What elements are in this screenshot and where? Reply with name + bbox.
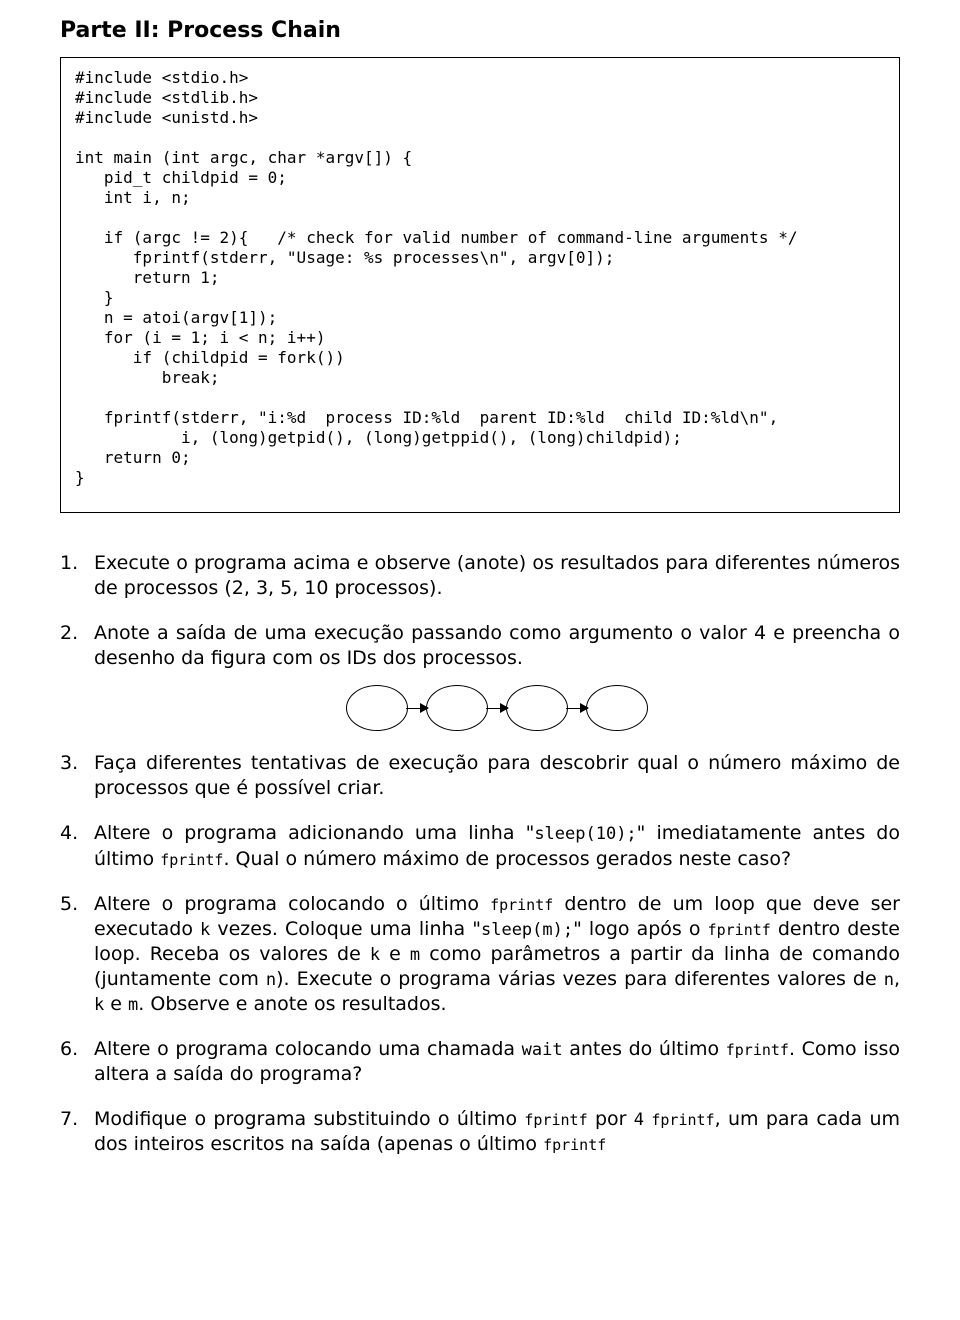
inline-code: m (128, 995, 138, 1015)
inline-code: wait (522, 1040, 563, 1060)
question-list: Execute o programa acima e observe (anot… (60, 551, 900, 1157)
code-listing: #include <stdio.h> #include <stdlib.h> #… (60, 57, 900, 513)
inline-code: fprintf (524, 1111, 587, 1129)
process-node (506, 685, 568, 731)
question-7: Modifique o programa substituindo o últi… (60, 1107, 900, 1157)
text: antes do último (563, 1038, 726, 1060)
inline-code: n (884, 970, 894, 990)
text: Altere o programa colocando o último (94, 893, 490, 915)
inline-code: fprintf (651, 1111, 714, 1129)
text: , (894, 968, 900, 990)
arrow-icon (406, 708, 428, 710)
inline-code: k (370, 945, 380, 965)
inline-code: k (200, 920, 210, 940)
text: e (104, 993, 128, 1015)
question-text: Anote a saída de uma execução passando c… (94, 622, 900, 669)
inline-code: fprintf (490, 896, 553, 914)
text: Altere o programa adicionando uma linha … (94, 822, 534, 844)
inline-code: fprintf (543, 1136, 606, 1154)
text: . Observe e anote os resultados. (138, 993, 446, 1015)
question-text: Execute o programa acima e observe (anot… (94, 552, 900, 599)
text: . Qual o número máximo de processos gera… (223, 848, 791, 870)
arrow-icon (486, 708, 508, 710)
text: Modifique o programa substituindo o últi… (94, 1108, 524, 1130)
inline-code: sleep(10); (534, 824, 636, 844)
inline-code: m (410, 945, 420, 965)
text: " logo após o (573, 918, 707, 940)
question-5: Altere o programa colocando o último fpr… (60, 892, 900, 1017)
document-page: Parte II: Process Chain #include <stdio.… (0, 0, 960, 1197)
inline-code: fprintf (726, 1041, 789, 1059)
inline-code: n (266, 970, 276, 990)
question-1: Execute o programa acima e observe (anot… (60, 551, 900, 601)
question-3: Faça diferentes tentativas de execução p… (60, 751, 900, 801)
text: Altere o programa colocando uma chamada (94, 1038, 522, 1060)
question-text: Faça diferentes tentativas de execução p… (94, 752, 900, 799)
inline-code: 4 (634, 1110, 644, 1130)
inline-code: k (94, 995, 104, 1015)
text: vezes. Coloque uma linha " (210, 918, 481, 940)
arrow-icon (566, 708, 588, 710)
text: ). Execute o programa várias vezes para … (276, 968, 884, 990)
process-node (346, 685, 408, 731)
inline-code: sleep(m); (481, 920, 573, 940)
inline-code: fprintf (708, 921, 771, 939)
inline-code: fprintf (160, 851, 223, 869)
text: por (588, 1108, 634, 1130)
process-chain-diagram (94, 685, 900, 731)
process-node (586, 685, 648, 731)
section-title: Parte II: Process Chain (60, 18, 900, 43)
text: e (380, 943, 410, 965)
question-6: Altere o programa colocando uma chamada … (60, 1037, 900, 1087)
question-2: Anote a saída de uma execução passando c… (60, 621, 900, 731)
process-node (426, 685, 488, 731)
question-4: Altere o programa adicionando uma linha … (60, 821, 900, 871)
